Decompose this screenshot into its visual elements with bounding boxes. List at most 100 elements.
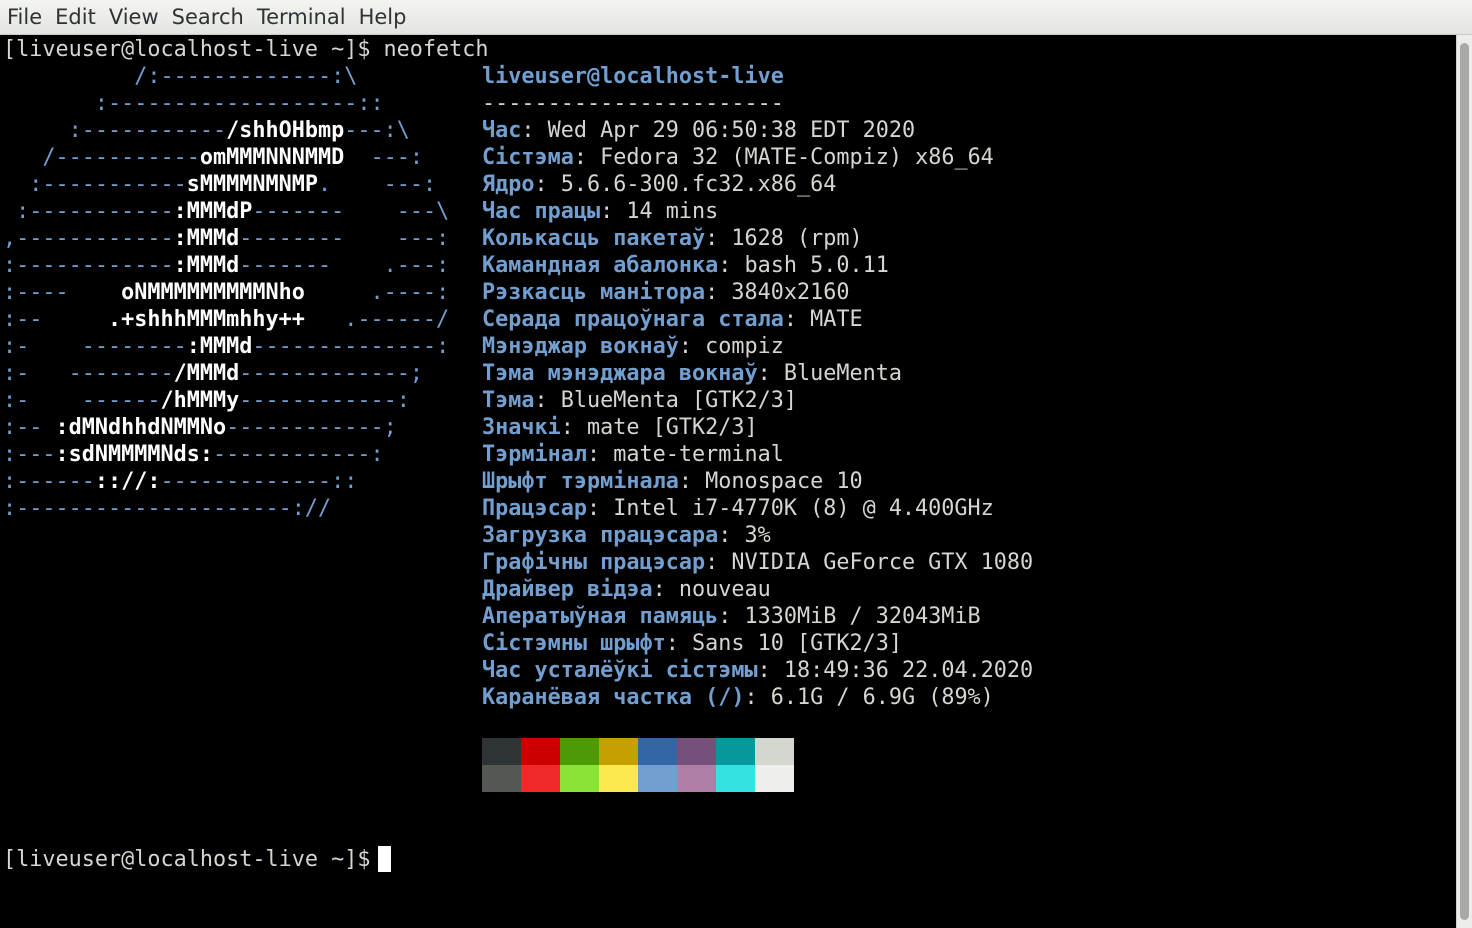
info-value: NVIDIA GeForce GTX 1080 [731,550,1034,575]
logo-segment: ------------; [226,415,397,440]
menu-help[interactable]: Help [352,0,413,35]
info-colon: : [744,685,771,710]
info-colon: : [586,496,614,521]
info-key: Сістэма [482,145,574,170]
info-value: 5.6.6-300.fc32.x86_64 [560,172,837,197]
menu-search[interactable]: Search [165,0,250,35]
logo-line: :-----------/shhOHbmp---:\ [3,117,410,144]
scrollbar-thumb[interactable] [1460,43,1469,920]
info-value: Fedora 32 (MATE-Compiz) x86_64 [600,145,994,170]
logo-line: :- ------/hMMMy------------: [3,387,410,414]
menu-terminal[interactable]: Terminal [250,0,352,35]
logo-segment: :MMMd [186,334,253,359]
info-colon: : [705,226,732,251]
logo-segment: /shhOHbmp [226,118,345,143]
logo-line: :-----------sMMMMNMNMP. ---: [3,171,436,198]
logo-line: :---------------------:// [3,495,331,522]
info-row: Камандная абалонка: bash 5.0.11 [482,252,889,279]
info-key: Графічны працэсар [482,550,706,575]
logo-segment: .----: [304,280,450,305]
info-key: Рэзкасць манітора [482,280,706,305]
info-key: Ядро [482,172,535,197]
info-row: Драйвер відэа: nouveau [482,576,771,603]
command-line: [liveuser@localhost-live ~]$ neofetch [3,37,489,62]
color-swatch-normal-3 [599,738,638,765]
logo-line: :-- :dMNdhhdNMMNo------------; [3,414,397,441]
info-value: Sans 10 [GTK2/3] [691,631,902,656]
logo-segment: -------- ---: [239,226,450,251]
color-swatch-bright-3 [599,765,638,792]
logo-line: :-----------:MMMdP------- ---\ [3,198,449,225]
info-colon: : [586,442,614,467]
menu-bar: File Edit View Search Terminal Help [0,0,1472,35]
logo-segment: ---: [344,145,423,170]
logo-segment: ------------: [212,442,384,467]
logo-segment: :--- [3,442,56,467]
info-row: Сістэмны шрыфт: Sans 10 [GTK2/3] [482,630,902,657]
logo-segment: .------/ [304,307,450,332]
info-key: Час [482,118,522,143]
info-colon: : [757,361,784,386]
info-colon: : [718,604,745,629]
info-value: BlueMenta [GTK2/3] [560,388,797,413]
logo-segment: :://: [94,469,161,494]
info-row: Час: Wed Apr 29 06:50:38 EDT 2020 [482,117,915,144]
logo-segment: oNMMMMMMMMMNho [121,280,305,305]
logo-segment: :- -------- [3,334,187,359]
logo-segment: .+shhhMMMmhhy++ [107,307,305,332]
menu-edit[interactable]: Edit [48,0,102,35]
info-row: Колькасць пакетаў: 1628 (rpm) [482,225,863,252]
info-value: 18:49:36 22.04.2020 [783,658,1034,683]
info-colon: : [718,523,745,548]
info-value: mate [GTK2/3] [587,415,758,440]
color-swatch-bright-4 [638,765,677,792]
info-colon: : [718,253,745,278]
info-value: MATE [810,307,863,332]
info-colon: : [521,118,548,143]
text-cursor [378,846,391,872]
separator-line: ----------------------- [482,91,784,116]
logo-line: /:-------------:\ [3,63,357,90]
color-swatch-normal-0 [482,738,521,765]
logo-segment: :MMMdP [173,199,253,224]
info-colon: : [534,172,561,197]
logo-line: :- --------:MMMd--------------: [3,333,449,360]
color-swatch-bright-2 [560,765,599,792]
info-key: Час усталёўкі сістэмы [482,658,758,683]
logo-segment: ,------------ [3,226,174,251]
logo-segment: :sdNMMMMNds: [55,442,213,467]
logo-segment: :MMMd [173,253,240,278]
logo-segment: :----------- [3,172,187,197]
logo-segment: -------------; [239,361,423,386]
info-key: Тэма [482,388,535,413]
color-swatch-bright-0 [482,765,521,792]
info-key: Працэсар [482,496,587,521]
menu-view[interactable]: View [102,0,165,35]
logo-line: :-- .+shhhMMMmhhy++ .------/ [3,306,449,333]
logo-segment: /:-------------:\ [3,64,358,89]
menu-file[interactable]: File [0,0,48,35]
info-key: Мэнэджар вокнаў [482,334,679,359]
info-value: BlueMenta [783,361,902,386]
logo-segment: --------------: [252,334,450,359]
info-key: Тэрмінал [482,442,587,467]
info-value: 6.1G / 6.9G (89%) [770,685,994,710]
vertical-scrollbar[interactable] [1456,35,1472,928]
info-row: Аператыўная памяць: 1330MiB / 32043MiB [482,603,981,630]
logo-segment: /hMMMy [160,388,240,413]
info-row: Рэзкасць манітора: 3840x2160 [482,279,849,306]
info-colon: : [705,280,732,305]
info-key: Шрыфт тэрмінала [482,469,679,494]
logo-line: ,------------:MMMd-------- ---: [3,225,449,252]
logo-segment: :----------- [3,118,227,143]
terminal-output[interactable]: [liveuser@localhost-live ~]$ neofetch /:… [0,35,1456,928]
color-swatch-normal-7 [755,738,794,765]
info-row: Працэсар: Intel i7-4770K (8) @ 4.400GHz [482,495,994,522]
info-key: Камандная абалонка [482,253,719,278]
logo-segment: :---- [3,280,122,305]
info-key: Сістэмны шрыфт [482,631,666,656]
info-colon: : [652,577,679,602]
info-key: Тэма мэнэджара вокнаў [482,361,758,386]
color-swatch-normal-6 [716,738,755,765]
logo-segment: :-- [3,307,108,332]
